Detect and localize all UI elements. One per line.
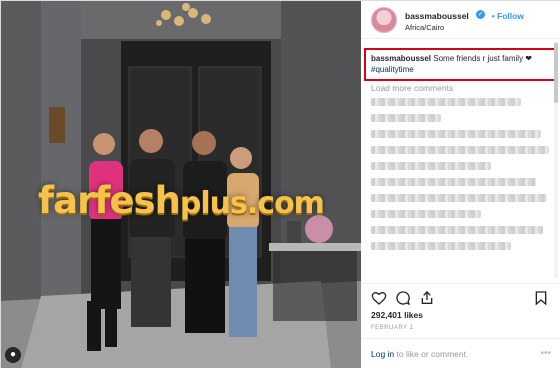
scrollbar-thumb[interactable] xyxy=(554,43,558,103)
follow-button[interactable]: • Follow xyxy=(492,11,524,21)
blurred-comment xyxy=(371,130,541,138)
caption-username[interactable]: bassmaboussel xyxy=(371,54,431,63)
blurred-comment xyxy=(371,114,441,122)
caption-highlight: bassmaboussel Some friends r just family… xyxy=(364,48,557,81)
location-link[interactable]: Africa/Cairo xyxy=(405,24,524,33)
more-options-icon[interactable]: ••• xyxy=(540,348,551,359)
follow-label[interactable]: Follow xyxy=(497,11,524,21)
header-info: bassmaboussel ✓ • Follow Africa/Cairo xyxy=(405,6,524,33)
blurred-comment xyxy=(371,162,491,170)
blurred-comment xyxy=(371,242,511,250)
watermark: farfeshplus.com xyxy=(38,179,325,222)
blurred-comment xyxy=(371,210,481,218)
post-header: bassmaboussel ✓ • Follow Africa/Cairo xyxy=(361,1,560,39)
user-tag-icon[interactable]: ● xyxy=(5,347,21,363)
caption-text: Some friends r just family ❤ xyxy=(433,54,532,63)
action-bar xyxy=(361,283,560,309)
username-link[interactable]: bassmaboussel xyxy=(405,11,469,21)
share-icon[interactable] xyxy=(419,290,435,306)
comment-icon[interactable] xyxy=(395,290,411,306)
login-prompt: to like or comment. xyxy=(394,349,469,359)
bookmark-icon[interactable] xyxy=(533,290,549,306)
avatar[interactable] xyxy=(371,6,397,33)
blurred-comments xyxy=(371,98,553,258)
blurred-comment xyxy=(371,178,536,186)
blurred-comment xyxy=(371,194,547,202)
comments-scrollbar[interactable] xyxy=(554,41,558,279)
verified-badge-icon: ✓ xyxy=(476,10,486,20)
hashtag-link[interactable]: #qualitytime xyxy=(371,65,414,74)
login-bar: Log in to like or comment. ••• xyxy=(361,338,560,368)
load-more-comments[interactable]: Load more comments xyxy=(371,83,453,93)
instagram-post: farfeshplus.com ● bassmaboussel ✓ • Foll… xyxy=(0,0,560,368)
heart-icon[interactable] xyxy=(371,290,387,306)
blurred-comment xyxy=(371,98,521,106)
blurred-comment xyxy=(371,226,543,234)
post-photo[interactable]: farfeshplus.com ● xyxy=(1,1,361,368)
post-date[interactable]: FEBRUARY 1 xyxy=(371,325,413,331)
blurred-comment xyxy=(371,146,549,154)
likes-count[interactable]: 292,401 likes xyxy=(371,310,423,320)
login-link[interactable]: Log in xyxy=(371,349,394,359)
